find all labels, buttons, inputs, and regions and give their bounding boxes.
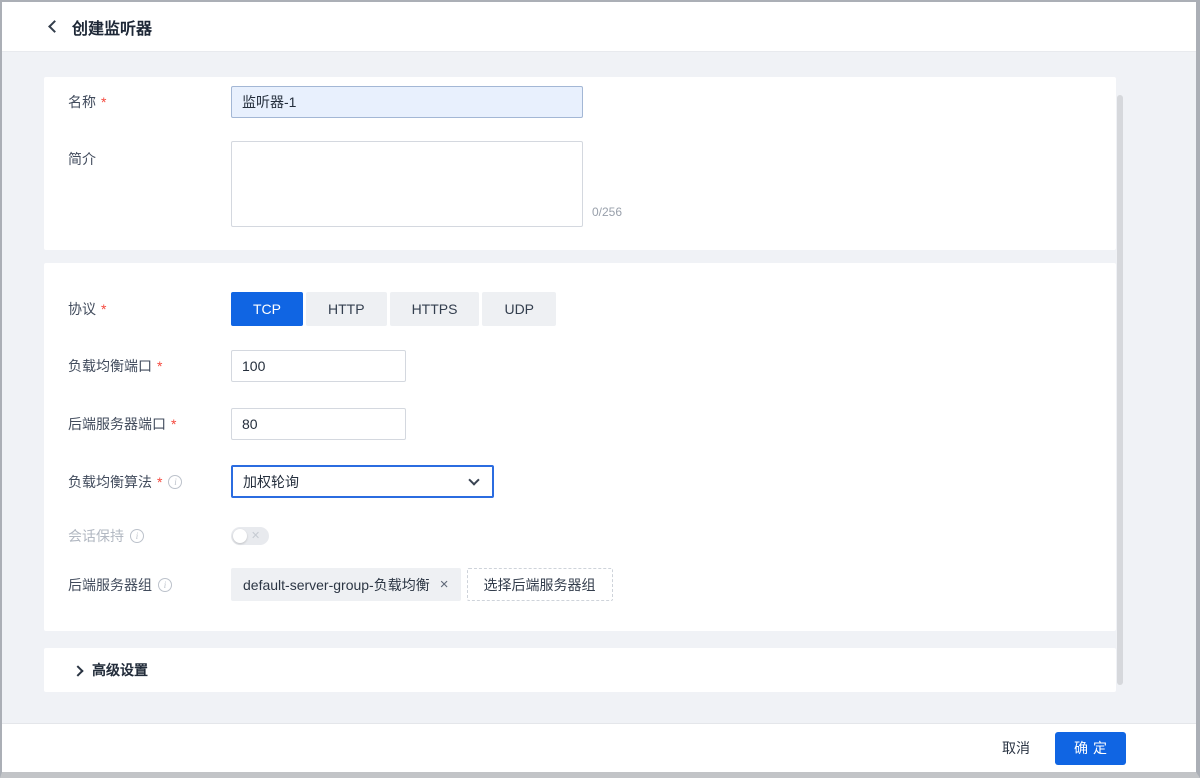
page-header: 创建监听器 [2, 2, 1196, 52]
toggle-off-icon: ✕ [251, 531, 260, 542]
info-icon: i [130, 529, 144, 543]
algorithm-select[interactable]: 加权轮询 [231, 465, 494, 498]
info-icon: i [168, 475, 182, 489]
toggle-knob [233, 529, 247, 543]
protocol-label: 协议 [68, 299, 96, 319]
server-group-label-group: 后端服务器组 i [44, 575, 231, 595]
description-label: 简介 [68, 149, 96, 169]
name-label-group: 名称 * [44, 92, 231, 112]
lb-port-label-group: 负载均衡端口 * [44, 356, 231, 376]
chevron-down-icon [468, 474, 479, 485]
name-row: 名称 * [44, 86, 1116, 118]
algorithm-selected-value: 加权轮询 [243, 472, 299, 492]
description-field-wrap: 0/256 [231, 141, 622, 227]
back-icon[interactable] [48, 20, 61, 33]
protocol-row: 协议 * TCP HTTP HTTPS UDP [44, 292, 1116, 326]
advanced-settings-toggle[interactable]: 高级设置 [44, 648, 1116, 692]
server-group-label: 后端服务器组 [68, 575, 152, 595]
listener-config-card: 协议 * TCP HTTP HTTPS UDP 负载均衡端口 * [44, 263, 1116, 631]
description-row: 简介 0/256 [44, 141, 1116, 227]
session-row: 会话保持 i ✕ [44, 527, 1116, 545]
basic-info-card: 名称 * 简介 0/256 [44, 77, 1116, 250]
server-group-tag-text: default-server-group-负载均衡 [243, 575, 430, 595]
required-asterisk: * [171, 416, 176, 432]
required-asterisk: * [101, 94, 106, 110]
session-label-group: 会话保持 i [44, 526, 231, 546]
protocol-segmented-control: TCP HTTP HTTPS UDP [231, 292, 556, 326]
lb-port-row: 负载均衡端口 * [44, 350, 1116, 382]
scrollbar-thumb[interactable] [1117, 95, 1123, 685]
protocol-option-tcp[interactable]: TCP [231, 292, 303, 326]
protocol-option-http[interactable]: HTTP [306, 292, 387, 326]
cancel-button[interactable]: 取消 [1002, 738, 1030, 758]
required-asterisk: * [157, 358, 162, 374]
page-title: 创建监听器 [72, 15, 152, 39]
tag-remove-icon[interactable]: × [440, 577, 449, 592]
backend-port-label-group: 后端服务器端口 * [44, 414, 231, 434]
protocol-option-https[interactable]: HTTPS [390, 292, 480, 326]
algorithm-label: 负载均衡算法 [68, 472, 152, 492]
name-label: 名称 [68, 92, 96, 112]
info-icon: i [158, 578, 172, 592]
backend-port-input[interactable] [231, 408, 406, 440]
algorithm-label-group: 负载均衡算法 * i [44, 472, 231, 492]
server-group-row: 后端服务器组 i default-server-group-负载均衡 × 选择后… [44, 568, 1116, 601]
chevron-right-icon [72, 665, 83, 676]
confirm-button[interactable]: 确定 [1055, 732, 1126, 765]
required-asterisk: * [157, 474, 162, 490]
backend-port-label: 后端服务器端口 [68, 414, 166, 434]
lb-port-label: 负载均衡端口 [68, 356, 152, 376]
create-listener-page: 创建监听器 名称 * 简介 0/256 [0, 0, 1200, 778]
choose-server-group-button[interactable]: 选择后端服务器组 [467, 568, 613, 601]
algorithm-row: 负载均衡算法 * i 加权轮询 [44, 465, 1116, 498]
session-toggle[interactable]: ✕ [231, 527, 269, 545]
server-group-tag: default-server-group-负载均衡 × [231, 568, 461, 601]
char-counter: 0/256 [592, 205, 622, 227]
required-asterisk: * [101, 301, 106, 317]
backend-port-row: 后端服务器端口 * [44, 408, 1116, 440]
description-label-group: 简介 [44, 141, 231, 169]
advanced-settings-label: 高级设置 [92, 660, 148, 680]
name-input[interactable] [231, 86, 583, 118]
protocol-label-group: 协议 * [44, 299, 231, 319]
page-footer: 取消 确定 [2, 723, 1196, 772]
form-scroll-area: 名称 * 简介 0/256 协议 * [2, 52, 1196, 723]
session-label: 会话保持 [68, 526, 124, 546]
description-textarea[interactable] [231, 141, 583, 227]
protocol-option-udp[interactable]: UDP [482, 292, 556, 326]
lb-port-input[interactable] [231, 350, 406, 382]
